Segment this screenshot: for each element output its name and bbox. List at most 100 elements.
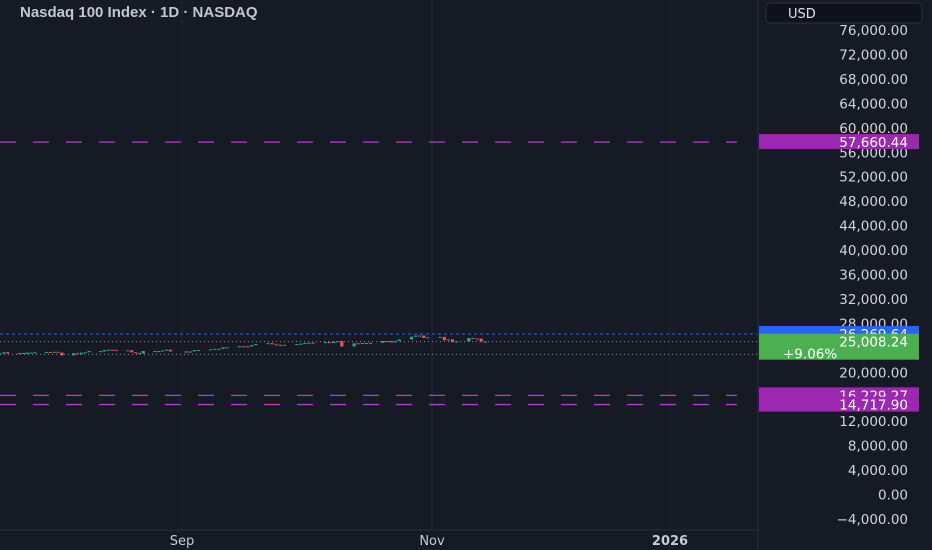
candle [209, 349, 213, 351]
y-tick-label: 52,000.00 [839, 170, 908, 186]
x-tick-label: 2026 [652, 534, 688, 549]
candles [0, 335, 487, 356]
candle [414, 335, 418, 337]
chart-title: Nasdaq 100 Index · 1D · NASDAQ [20, 4, 258, 21]
candle [454, 341, 459, 343]
candle [282, 344, 287, 346]
candle [0, 353, 2, 355]
candle [17, 353, 21, 355]
candle [385, 341, 389, 343]
candle [426, 337, 430, 339]
candle [188, 351, 192, 353]
candle [245, 346, 250, 348]
candle [48, 351, 52, 353]
candle [110, 349, 114, 351]
y-tick-label: 68,000.00 [839, 72, 908, 88]
candle [21, 353, 25, 355]
candle [192, 350, 196, 352]
candle [303, 343, 307, 345]
candle [307, 342, 311, 344]
price-axis: 76,000.0072,000.0068,000.0064,000.0060,0… [837, 23, 908, 528]
candle [254, 343, 258, 346]
candle [2, 352, 6, 354]
y-tick-label: 44,000.00 [839, 219, 908, 235]
y-tick-label: −4,000.00 [837, 512, 908, 528]
candle [126, 350, 130, 352]
candle [446, 339, 450, 341]
candle [217, 348, 221, 350]
candle [29, 352, 33, 354]
candle [6, 352, 10, 354]
candle [137, 353, 142, 355]
candle [79, 352, 83, 355]
candle [418, 335, 422, 337]
candle [467, 337, 471, 342]
candle [393, 341, 397, 343]
candle [196, 349, 200, 351]
candle [133, 352, 138, 354]
candle [153, 351, 157, 353]
candle [340, 341, 344, 347]
x-tick-label: Nov [419, 534, 445, 549]
currency-label[interactable]: USD [788, 7, 816, 22]
candle [266, 343, 270, 345]
candle [356, 343, 360, 345]
time-axis: Sep Nov 2026 [170, 534, 688, 549]
candle [327, 342, 332, 344]
candle [213, 348, 217, 350]
candle [168, 349, 172, 352]
candle [409, 336, 414, 340]
candle [102, 350, 107, 352]
candle [56, 351, 60, 353]
candle [221, 347, 225, 349]
candle [83, 352, 87, 354]
candlestick-chart[interactable]: 76,000.0072,000.0068,000.0064,000.0060,0… [0, 0, 932, 550]
candle [450, 339, 455, 343]
y-tick-label: 4,000.00 [848, 463, 908, 479]
candle [25, 352, 29, 354]
y-tick-label: 20,000.00 [839, 365, 908, 381]
candle [475, 338, 479, 340]
candle [364, 342, 369, 344]
candle [33, 352, 37, 354]
candle [250, 345, 254, 347]
candle [106, 349, 111, 351]
horizontal-levels [0, 141, 757, 406]
price-badge-label: 57,660.44 [839, 135, 908, 151]
currency-button[interactable]: USD [765, 2, 923, 24]
x-tick-label: Sep [170, 534, 195, 549]
candle [75, 353, 80, 355]
candle [161, 350, 165, 352]
candle [114, 349, 118, 351]
grid-lines [0, 0, 759, 550]
candle [87, 351, 91, 353]
y-tick-label: 64,000.00 [839, 96, 908, 112]
candle [422, 335, 426, 339]
y-tick-label: 76,000.00 [839, 23, 908, 39]
candle [311, 342, 315, 344]
y-tick-label: 72,000.00 [839, 47, 908, 63]
candle [157, 351, 161, 353]
candle [479, 338, 483, 342]
y-tick-label: 32,000.00 [839, 292, 908, 308]
candle [442, 336, 446, 341]
candle [99, 351, 103, 353]
candle [295, 344, 299, 346]
candle [225, 347, 229, 349]
candle [44, 351, 49, 353]
candle [237, 346, 241, 348]
candle [397, 339, 401, 342]
candle [299, 343, 303, 345]
candle [336, 341, 340, 343]
candle [389, 341, 393, 343]
candle [164, 349, 169, 351]
candle [352, 343, 356, 347]
y-tick-label: 40,000.00 [839, 243, 908, 259]
chart-container[interactable]: 76,000.00 72,000.00 68,000.00 64,000.00 60,0… [0, 0, 932, 550]
y-tick-label: 0.00 [878, 488, 908, 504]
y-tick-label: 48,000.00 [839, 194, 908, 210]
y-tick-label: 12,000.00 [839, 414, 908, 430]
candle [52, 351, 56, 353]
candle [71, 353, 76, 356]
candle [323, 342, 328, 344]
